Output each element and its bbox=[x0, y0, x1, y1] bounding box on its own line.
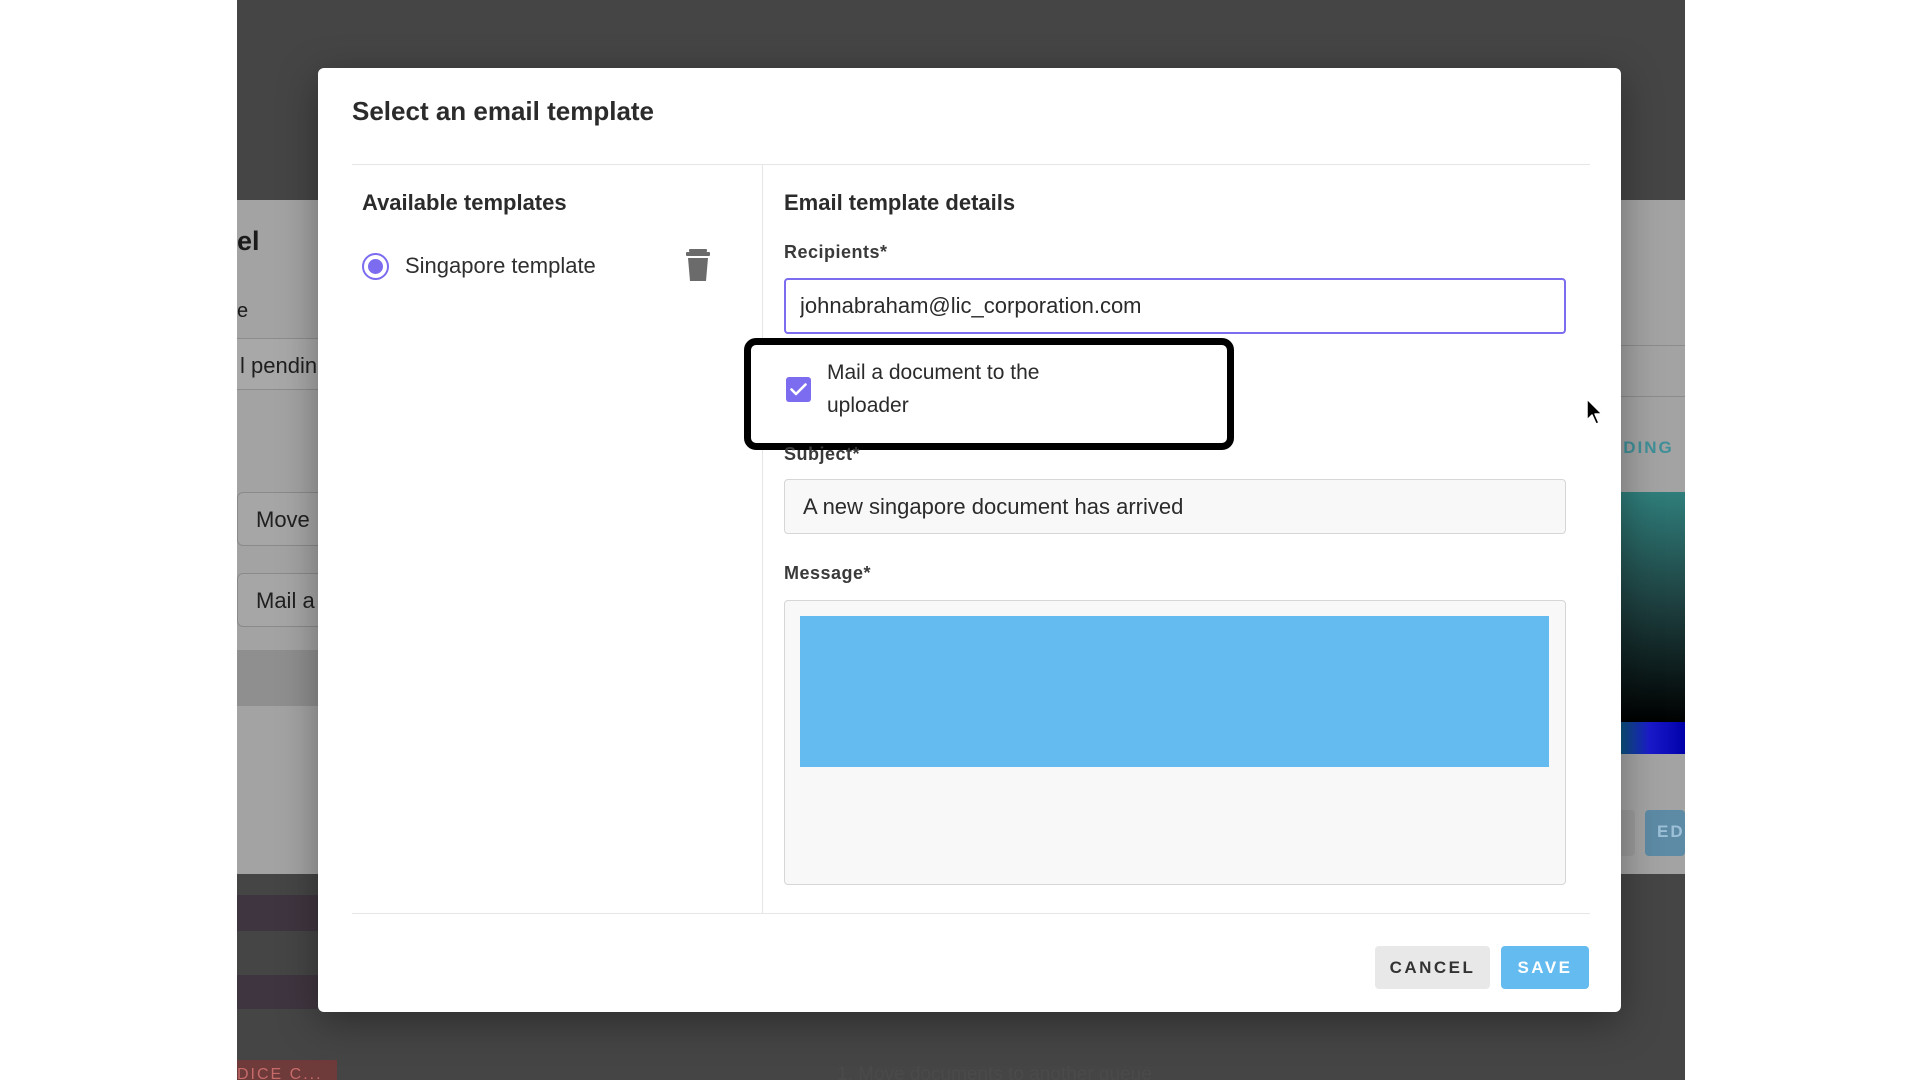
available-templates-heading: Available templates bbox=[362, 190, 567, 215]
template-label: Singapore template bbox=[405, 253, 596, 278]
radio-selected-icon[interactable] bbox=[362, 252, 389, 280]
subject-label: Subject* bbox=[784, 444, 861, 464]
mail-uploader-label: Mail a document to the uploader bbox=[827, 361, 1040, 417]
background-bar bbox=[237, 650, 327, 706]
checkbox-checked-icon[interactable] bbox=[786, 376, 811, 402]
background-field-label: e bbox=[237, 300, 249, 322]
message-label: Message* bbox=[784, 563, 872, 583]
background-mail-button: Mail a bbox=[237, 573, 327, 627]
checkmark-icon bbox=[790, 382, 807, 395]
message-editor[interactable] bbox=[784, 600, 1566, 885]
background-row bbox=[237, 975, 327, 1009]
subject-input[interactable] bbox=[784, 479, 1566, 534]
cancel-button[interactable]: CANCEL bbox=[1375, 946, 1490, 989]
background-row bbox=[237, 895, 327, 931]
background-chip: DICE C... bbox=[237, 1060, 337, 1080]
recipients-label: Recipients* bbox=[784, 242, 888, 262]
email-template-dialog: Select an email template Available templ… bbox=[318, 68, 1621, 1012]
radio-dot bbox=[368, 258, 383, 274]
mail-uploader-checkbox-row[interactable]: Mail a document to the uploader bbox=[786, 356, 1087, 422]
dialog-title: Select an email template bbox=[352, 96, 655, 126]
background-field-input: l pending bbox=[237, 338, 327, 390]
template-option-singapore[interactable]: Singapore template bbox=[362, 246, 722, 286]
background-color-picker bbox=[1615, 492, 1685, 724]
background-edit-button: ED bbox=[1645, 810, 1685, 856]
background-move-button: Move bbox=[237, 492, 327, 546]
background-footer-text: 1. Move documents to another queue bbox=[837, 1064, 1152, 1080]
divider bbox=[352, 913, 1590, 914]
background-hue-slider bbox=[1615, 722, 1685, 754]
column-divider bbox=[762, 165, 763, 913]
trash-icon bbox=[686, 249, 710, 281]
divider bbox=[352, 164, 1590, 165]
mouse-pointer-icon bbox=[1586, 398, 1603, 425]
template-details-heading: Email template details bbox=[784, 190, 1016, 215]
message-redacted-area bbox=[800, 616, 1549, 767]
background-panel-title: el bbox=[237, 226, 260, 256]
save-button[interactable]: SAVE bbox=[1501, 946, 1589, 989]
delete-template-button[interactable] bbox=[684, 248, 712, 282]
recipients-input[interactable] bbox=[784, 278, 1566, 334]
